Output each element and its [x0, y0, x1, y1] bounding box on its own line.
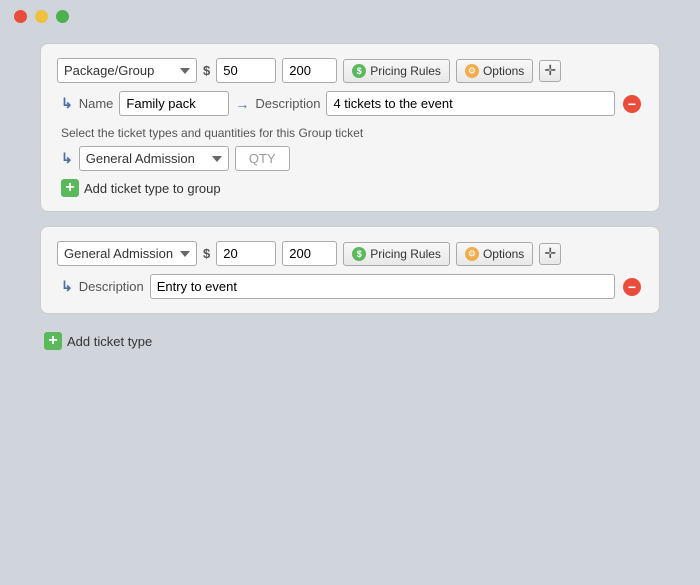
ticket-type-select-1[interactable]: Package/GroupGeneral AdmissionVIPStudent	[57, 58, 197, 83]
price-input-2[interactable]	[216, 241, 276, 266]
title-bar	[0, 0, 700, 33]
add-ticket-to-group-button[interactable]: + Add ticket type to group	[61, 179, 221, 197]
add-ticket-to-group-label: Add ticket type to group	[84, 181, 221, 196]
move-icon-2[interactable]: ✛	[539, 243, 561, 265]
ticket-type-select-2[interactable]: General AdmissionPackage/GroupVIPStudent	[57, 241, 197, 266]
arrow-indent-2: ↳	[61, 278, 73, 295]
main-content: Package/GroupGeneral AdmissionVIPStudent…	[0, 33, 700, 370]
minimize-button[interactable]	[35, 10, 48, 23]
sub-ticket-type-select[interactable]: General AdmissionVIPStudent	[79, 146, 229, 171]
remove-icon-1: −	[623, 95, 641, 113]
plus-icon-outer: +	[44, 332, 62, 350]
pricing-rules-icon-2	[352, 247, 366, 261]
options-button-2[interactable]: Options	[456, 242, 533, 266]
arrow-indent-group: ↳	[61, 150, 73, 167]
options-label-1: Options	[483, 64, 524, 78]
ticket-card-1: Package/GroupGeneral AdmissionVIPStudent…	[40, 43, 660, 212]
options-label-2: Options	[483, 247, 524, 261]
pricing-rules-button-1[interactable]: Pricing Rules	[343, 59, 450, 83]
qty-placeholder-label: QTY	[235, 146, 290, 171]
desc-input-1[interactable]	[326, 91, 615, 116]
card1-main-row: Package/GroupGeneral AdmissionVIPStudent…	[57, 58, 643, 83]
card2-desc-row: ↳ Description −	[57, 274, 643, 299]
group-ticket-row: ↳ General AdmissionVIPStudent QTY	[57, 146, 643, 171]
card2-main-row: General AdmissionPackage/GroupVIPStudent…	[57, 241, 643, 266]
add-ticket-type-button[interactable]: + Add ticket type	[44, 332, 152, 350]
pricing-rules-label-2: Pricing Rules	[370, 247, 441, 261]
name-input-1[interactable]	[119, 91, 229, 116]
add-ticket-to-group-row: + Add ticket type to group	[57, 179, 643, 197]
desc-input-2[interactable]	[150, 274, 615, 299]
pricing-rules-icon-1	[352, 64, 366, 78]
close-button[interactable]	[14, 10, 27, 23]
pricing-rules-button-2[interactable]: Pricing Rules	[343, 242, 450, 266]
add-ticket-type-row: + Add ticket type	[40, 332, 660, 350]
desc-label-2: Description	[79, 279, 144, 294]
price-input-1[interactable]	[216, 58, 276, 83]
arrow-indent-1: ↳	[61, 95, 73, 112]
desc-label-1: Description	[255, 96, 320, 111]
options-icon-2	[465, 247, 479, 261]
pricing-rules-label-1: Pricing Rules	[370, 64, 441, 78]
qty-input-1[interactable]	[282, 58, 337, 83]
options-icon-1	[465, 64, 479, 78]
dollar-sign-2: $	[203, 246, 210, 261]
dollar-sign-1: $	[203, 63, 210, 78]
maximize-button[interactable]	[56, 10, 69, 23]
options-button-1[interactable]: Options	[456, 59, 533, 83]
plus-icon-group: +	[61, 179, 79, 197]
remove-icon-2: −	[623, 278, 641, 296]
card1-name-row: ↳ Name → Description −	[57, 91, 643, 116]
ticket-card-2: General AdmissionPackage/GroupVIPStudent…	[40, 226, 660, 314]
move-icon-1[interactable]: ✛	[539, 60, 561, 82]
add-ticket-type-label: Add ticket type	[67, 334, 152, 349]
name-label-1: Name	[79, 96, 114, 111]
remove-button-1[interactable]: −	[621, 93, 643, 115]
desc-arrow-1: →	[235, 96, 249, 112]
qty-input-2[interactable]	[282, 241, 337, 266]
group-info-text: Select the ticket types and quantities f…	[57, 126, 643, 140]
remove-button-2[interactable]: −	[621, 276, 643, 298]
